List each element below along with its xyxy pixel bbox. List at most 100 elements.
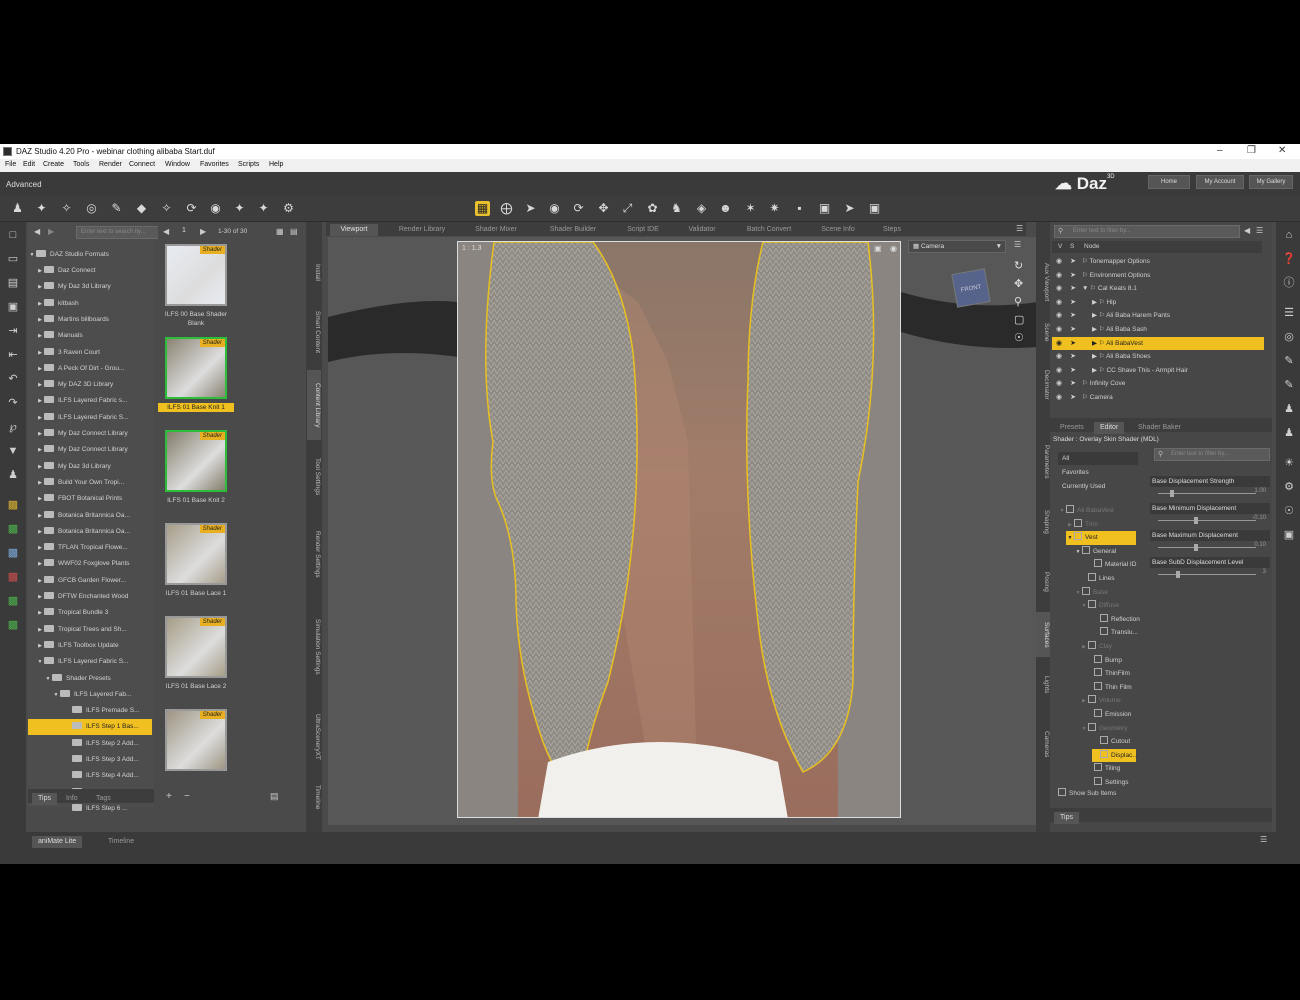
- scene-node[interactable]: ◉ ➤ ⚐ Tonemapper Options: [1052, 255, 1264, 269]
- render-image-icon[interactable]: ▩: [6, 498, 20, 512]
- select-icon[interactable]: ➤: [1066, 309, 1080, 322]
- zoom-icon[interactable]: ⚲: [1014, 295, 1022, 308]
- library-item[interactable]: ▶ My Daz Connect Library: [28, 442, 152, 458]
- light-icon[interactable]: ☀: [1282, 456, 1296, 470]
- scene-node[interactable]: ◉ ➤ ▶ ⚐ Ali Baba Sash: [1052, 323, 1264, 337]
- library-sub-item[interactable]: ILFS Step 1 Bas...: [28, 719, 152, 736]
- node-weight-icon[interactable]: ✧: [59, 201, 74, 216]
- surface-tree-item[interactable]: ThinFilm: [1086, 667, 1130, 681]
- page-number[interactable]: 1: [182, 227, 186, 234]
- tab-presets[interactable]: Presets: [1054, 422, 1090, 434]
- shader-thumbnail[interactable]: Shader: [165, 430, 227, 492]
- rotate-tool-icon[interactable]: ⟳: [184, 201, 199, 216]
- displacement-parameter[interactable]: Base Maximum Displacement 0.10: [1150, 530, 1270, 556]
- bottom-menu-icon[interactable]: ☰: [1260, 835, 1267, 844]
- render-settings-icon[interactable]: ▩: [6, 570, 20, 584]
- tab-shader-baker[interactable]: Shader Baker: [1132, 422, 1187, 434]
- eye-icon[interactable]: ◉: [1052, 377, 1066, 390]
- thumbnail-label[interactable]: ILFS 01 Base Lace 2: [158, 682, 234, 691]
- gear-icon[interactable]: ⚙: [1282, 480, 1296, 494]
- tab-viewport[interactable]: Viewport: [330, 224, 378, 236]
- surface-tree-item[interactable]: ▼ Base: [1074, 586, 1108, 600]
- surface-tree-item[interactable]: ▶ Trim: [1066, 518, 1098, 532]
- show-sub-items-checkbox[interactable]: Show Sub Items: [1058, 788, 1116, 797]
- universal-tool-icon[interactable]: ⨁: [499, 201, 514, 216]
- scene-node[interactable]: ◉ ➤ ⚐ Infinity Cove: [1052, 377, 1264, 391]
- surface-filter-input[interactable]: Enter text to filter by...: [1154, 448, 1270, 461]
- help-cursor-icon[interactable]: ❓: [1282, 252, 1296, 266]
- tab-steps[interactable]: Steps: [874, 224, 910, 236]
- surface-tree-item[interactable]: Cutout: [1092, 735, 1130, 749]
- surface-tree-item[interactable]: Tiling: [1086, 762, 1120, 776]
- scene-node[interactable]: ◉ ➤ ▶ ⚐ Ali BabaVest: [1052, 336, 1264, 351]
- tab-simulation-settings[interactable]: Simulation Settings: [307, 602, 321, 692]
- geometry-editor-icon[interactable]: ◎: [84, 201, 99, 216]
- camera-icon[interactable]: ▣: [1282, 528, 1296, 542]
- thumbnail-label[interactable]: ILFS 01 Base Lace 1: [158, 589, 234, 598]
- library-item[interactable]: ▶ kitbash: [28, 296, 152, 312]
- eye-icon[interactable]: ◉: [1052, 255, 1066, 268]
- select-icon[interactable]: ➤: [1066, 350, 1080, 363]
- slider-knob[interactable]: [1170, 490, 1174, 497]
- add-icon[interactable]: +: [166, 791, 172, 802]
- shader-thumbnail[interactable]: Shader: [165, 709, 227, 771]
- photoshop-bridge-icon[interactable]: ℘: [6, 420, 20, 434]
- pan-icon[interactable]: ✥: [1014, 277, 1023, 290]
- tab-scene[interactable]: Scene: [1036, 317, 1050, 347]
- menu-tools[interactable]: Tools: [73, 161, 89, 168]
- surface-filter-option[interactable]: All: [1058, 452, 1138, 465]
- library-item[interactable]: ▶ WWF02 Foxglove Plants: [28, 556, 152, 572]
- tab-batch-convert[interactable]: Batch Convert: [736, 224, 802, 236]
- surface-tree-item[interactable]: Thin Film: [1086, 681, 1132, 695]
- tab-parameters[interactable]: Parameters: [1036, 437, 1050, 487]
- library-item[interactable]: ▶ Build Your Own Tropi...: [28, 475, 152, 491]
- frame-lock-icon[interactable]: ◉: [890, 244, 897, 253]
- shader-thumbnail[interactable]: Shader: [165, 616, 227, 678]
- library-sub-item[interactable]: ILFS Premade S...: [28, 703, 152, 719]
- library-sub-item[interactable]: ▼ Shader Presets: [28, 671, 152, 687]
- undo-icon[interactable]: ↶: [6, 372, 20, 386]
- select-icon[interactable]: ➤: [1066, 391, 1080, 404]
- active-pose-icon[interactable]: ✿: [645, 201, 660, 216]
- surface-tree-item[interactable]: Translu...: [1092, 626, 1138, 640]
- displacement-parameter[interactable]: Base SubD Displacement Level 3: [1150, 557, 1270, 583]
- 3d-viewport[interactable]: 1 : 1.3 ▣ ◉ ▦ Camera ▼ ☰ FRONT ↻ ✥ ⚲ ▢ ☉: [328, 237, 1038, 825]
- viewport-menu-icon[interactable]: ☰: [1014, 240, 1021, 249]
- universal-gizmo-icon[interactable]: ✦: [256, 201, 271, 216]
- green-tool-icon[interactable]: ▩: [6, 594, 20, 608]
- help-icon[interactable]: ⓘ: [1282, 276, 1296, 290]
- surface-tree-item[interactable]: ▼ General: [1074, 545, 1116, 559]
- geometry-sculptor-icon[interactable]: ✎: [109, 201, 124, 216]
- surface-tree-item[interactable]: Bump: [1086, 654, 1122, 668]
- surface-tree-item[interactable]: ▶ Volume: [1080, 694, 1121, 708]
- tab-decimator[interactable]: Decimator: [1036, 362, 1050, 407]
- eye-icon[interactable]: ◉: [1052, 391, 1066, 404]
- camera-select[interactable]: ▦ Camera ▼: [908, 240, 1006, 253]
- library-item[interactable]: ▶ 3 Raven Court: [28, 345, 152, 361]
- rotate-icon[interactable]: ⟳: [571, 201, 586, 216]
- options-icon[interactable]: ▤: [290, 227, 298, 236]
- slider-knob[interactable]: [1194, 517, 1198, 524]
- parameter-slider[interactable]: [1158, 520, 1256, 521]
- node-tool-icon[interactable]: ✦: [232, 201, 247, 216]
- tab-render-settings[interactable]: Render Settings: [307, 517, 321, 592]
- menu-file[interactable]: File: [5, 161, 16, 168]
- scene-node[interactable]: ◉ ➤ ▼ ⚐ Cal Keats 8.1: [1052, 282, 1264, 296]
- scene-options-icon[interactable]: ☰: [1256, 226, 1263, 235]
- view-cube[interactable]: FRONT: [951, 268, 991, 308]
- eye-icon[interactable]: ◉: [1052, 323, 1066, 336]
- scene-node[interactable]: ◉ ➤ ▶ ⚐ Ali Baba Harem Pants: [1052, 309, 1264, 323]
- select-icon[interactable]: ➤: [1066, 282, 1080, 295]
- parameter-value[interactable]: -0.10: [1252, 515, 1266, 521]
- library-item[interactable]: ▶ Manuals: [28, 328, 152, 344]
- library-sub-item[interactable]: ▼ ILFS Layered Fab...: [28, 687, 152, 703]
- library-item[interactable]: ▶ DFTW Enchanted Wood: [28, 589, 152, 605]
- scene-node[interactable]: ◉ ➤ ▶ ⚐ Ali Baba Shoes: [1052, 350, 1264, 364]
- tab-tags[interactable]: Tags: [90, 793, 117, 805]
- select-icon[interactable]: ➤: [1066, 269, 1080, 282]
- select-icon[interactable]: ➤: [1066, 337, 1080, 350]
- menu-scripts[interactable]: Scripts: [238, 161, 259, 168]
- surface-selection-tool-icon[interactable]: ◈: [694, 201, 709, 216]
- scene-collapse-icon[interactable]: ◀: [1244, 226, 1250, 235]
- frame-icon[interactable]: ▢: [1014, 313, 1024, 326]
